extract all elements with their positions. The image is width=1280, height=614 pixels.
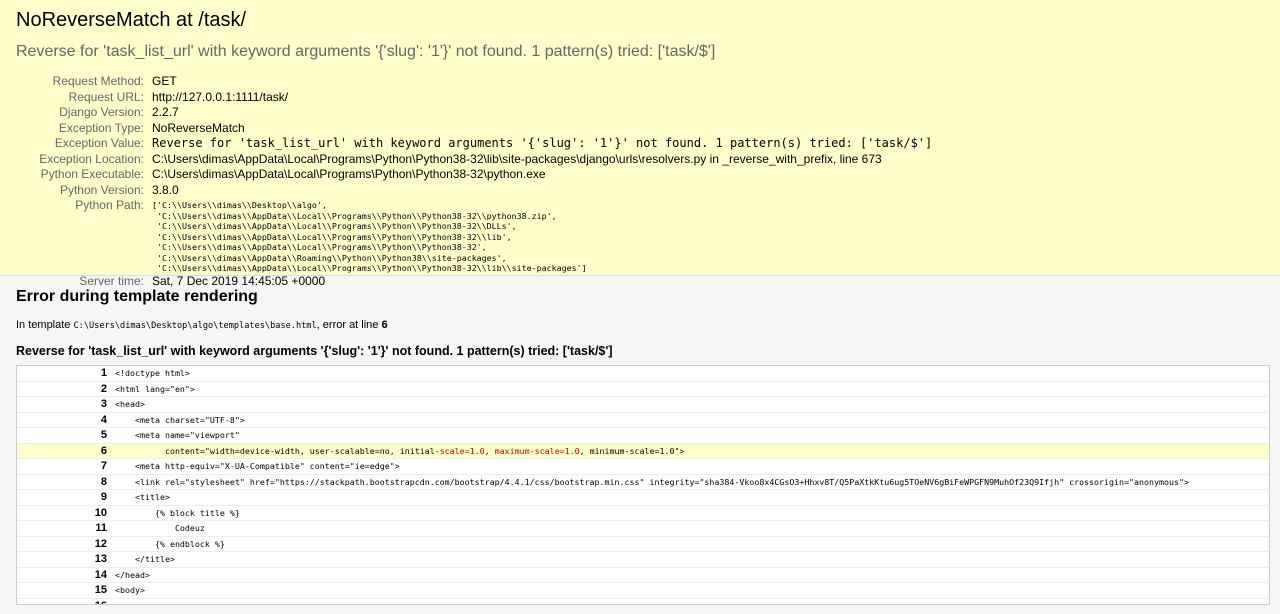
line-number: 6 (100, 444, 107, 457)
source-line: 11 Codeuz (17, 521, 1269, 537)
line-code: <title> (115, 492, 170, 502)
source-line: 9 <title> (17, 490, 1269, 506)
source-line: 15 <body> (17, 583, 1269, 599)
line-code: <meta charset="UTF-8"> (115, 414, 245, 425)
line-code: content="width=device-width, user-scalab… (115, 445, 685, 456)
meta-label: Exception Value: (54, 136, 144, 150)
highlight: scale=1.0 (439, 445, 485, 456)
source-line: 14 </head> (17, 568, 1269, 583)
line-code: </head> (115, 569, 150, 580)
meta-row: Request Method: GET (16, 74, 932, 90)
line-code: <meta http-equiv="X-UA-Compatible" conte… (115, 461, 400, 471)
source-line: 5 <meta name="viewport" (17, 428, 1269, 444)
meta-row: Python Executable: C:\Users\dimas\AppData… (16, 167, 932, 183)
line-number: 9 (100, 491, 107, 503)
line-number: 15 (94, 584, 107, 596)
source-line: 2 <html lang="en"> (17, 382, 1269, 397)
meta-label: Python Version: (59, 182, 144, 197)
meta-row: Request URL: http://127.0.0.1:1111/task/ (16, 90, 932, 106)
line-number: 13 (94, 553, 107, 565)
line-code: <head> (115, 399, 145, 409)
meta-value: 2.2.7 (152, 105, 179, 119)
line-number: 3 (100, 398, 107, 410)
meta-value: 3.8.0 (152, 182, 179, 197)
line-number: 10 (94, 506, 107, 519)
line-code: <html lang="en"> (115, 383, 195, 394)
line-code: </title> (115, 554, 175, 564)
line-number: 7 (100, 460, 107, 472)
meta-value: C:\Users\dimas\AppData\Local\Programs\Py… (152, 167, 546, 181)
line-number: 1 (100, 367, 107, 379)
meta-row: Django Version: 2.2.7 (16, 105, 932, 121)
meta-label: Request URL: (68, 89, 144, 104)
line-number: 8 (100, 475, 107, 488)
source-line: 6 content="width=device-width, user-scal… (17, 443, 1269, 459)
meta-value: NoReverseMatch (152, 120, 245, 135)
source-line: 8 <link rel="stylesheet" href="https://s… (17, 475, 1269, 490)
error-line-number: 6 (381, 319, 388, 331)
meta-row: Exception Value: Reverse for 'task_list_u… (16, 136, 932, 152)
meta-label: Request Method: (52, 74, 144, 88)
template-path: C:\Users\dimas\Desktop\algo\templates\ba… (73, 321, 317, 331)
python-path-value: ['C:\\Users\\dimas\\Desktop\\algo', 'C:\… (152, 200, 587, 273)
meta-value: http://127.0.0.1:1111/task/ (152, 89, 289, 104)
meta-label: Python Path: (75, 198, 144, 212)
template-panel: Error during template rendering In templ… (0, 276, 1280, 614)
line-number: 16 (17, 599, 115, 605)
source-line: 4 <meta charset="UTF-8"> (17, 413, 1269, 428)
meta-label: Django Version: (59, 105, 144, 119)
line-code: {% block title %} (115, 507, 240, 518)
meta-row: Exception Location: C:\Users\dimas\AppDat… (16, 152, 932, 168)
summary-panel: NoReverseMatch at /task/ Reverse for 'ta… (0, 0, 1280, 288)
exception-subtitle: Reverse for 'task_list_url' with keyword… (16, 43, 716, 60)
source-line: 3 <head> (17, 397, 1269, 413)
line-code: Codeuz (115, 523, 205, 533)
source-line: 10 {% block title %} (17, 506, 1269, 521)
line-code: <meta name="viewport" (115, 430, 240, 440)
meta-row: Python Path: ['C:\\Users\\dimas\\Desktop\… (16, 198, 932, 274)
line-number: 5 (100, 429, 107, 441)
meta-value: GET (152, 74, 177, 88)
source-line: 13 </title> (17, 552, 1269, 568)
meta-label: Exception Type: (58, 120, 144, 135)
meta-label: Exception Location: (39, 151, 144, 166)
meta-row: Python Version: 3.8.0 (16, 183, 932, 199)
line-code: <body> (115, 585, 145, 595)
intro-middle: , error at line (316, 319, 382, 331)
source-listing: 1 <!doctype html> 2 <html lang="en"> 3 <head>… (16, 365, 1270, 605)
line-number: 12 (94, 537, 107, 550)
source-line: 16 (17, 599, 1269, 605)
line-number: 2 (100, 382, 107, 395)
line-number: 4 (100, 413, 107, 426)
highlight: maximum-scale=1.0 (494, 445, 580, 456)
meta-value: ['C:\\Users\\dimas\\Desktop\\algo', 'C:\… (152, 198, 932, 274)
template-intro: In template C:\Users\dimas\Desktop\algo\… (16, 318, 1272, 333)
meta-label: Python Executable: (40, 167, 144, 181)
meta-value: C:\Users\dimas\AppData\Local\Programs\Py… (152, 151, 882, 166)
line-code: {% endblock %} (115, 538, 225, 549)
template-heading: Error during template rendering (16, 288, 258, 305)
intro-prefix: In template (16, 319, 74, 331)
source-line: 7 <meta http-equiv="X-UA-Compatible" con… (17, 459, 1269, 475)
meta-row: Exception Type: NoReverseMatch (16, 121, 932, 137)
line-code: <link rel="stylesheet" href="https://sta… (115, 476, 1189, 487)
source-line: 12 {% endblock %} (17, 537, 1269, 552)
meta-value: Reverse for 'task_list_url' with keyword… (152, 136, 933, 150)
line-number: 11 (95, 522, 107, 534)
meta-table: Request Method: GET Request URL: http://127… (16, 74, 932, 289)
line-number: 14 (94, 568, 107, 581)
source-line: 1 <!doctype html> (17, 366, 1269, 382)
template-error-message: Reverse for 'task_list_url' with keyword… (16, 344, 613, 358)
page-title: NoReverseMatch at /task/ (16, 9, 247, 31)
line-code: <!doctype html> (115, 368, 190, 378)
